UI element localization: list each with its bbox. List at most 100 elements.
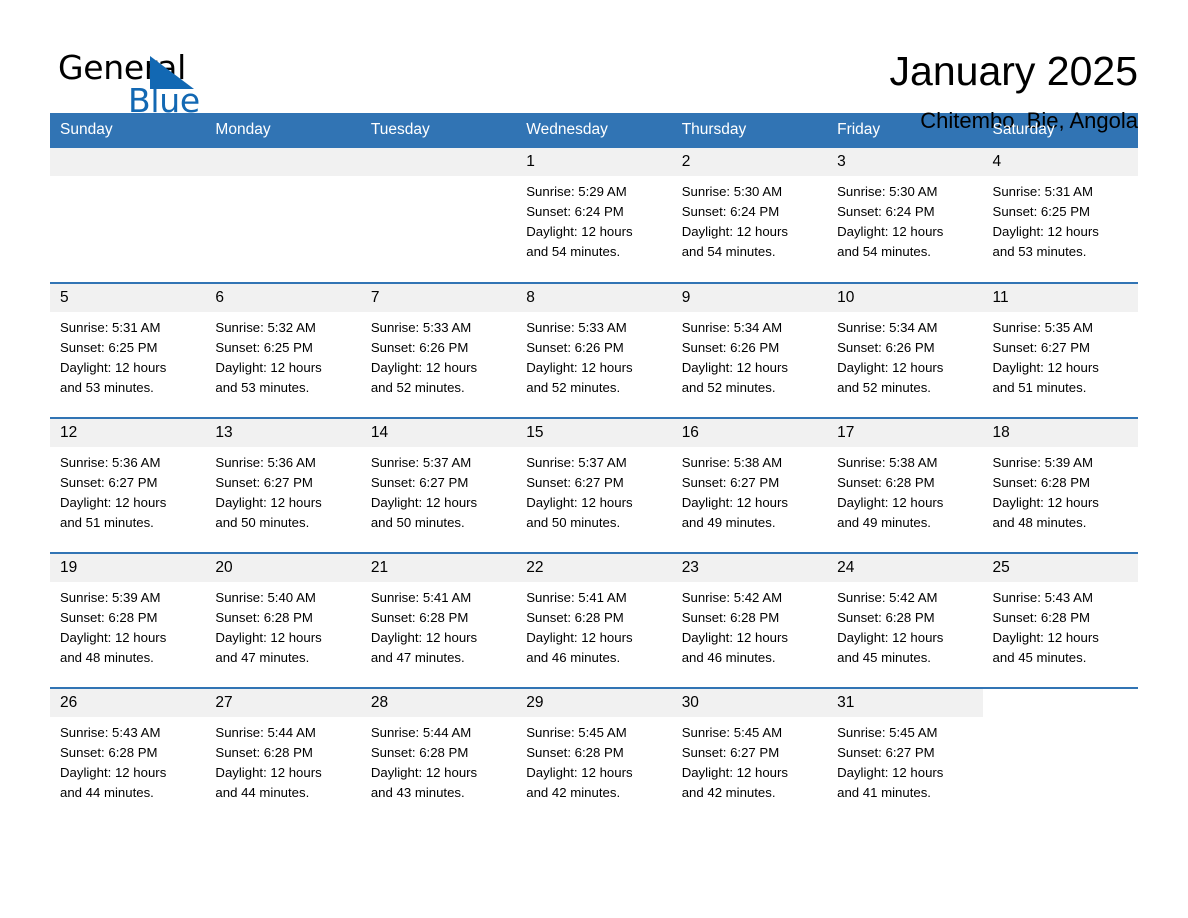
daylight-text-line2: and 41 minutes. [837,785,931,800]
calendar-day-cell[interactable]: 10 Sunrise: 5:34 AM Sunset: 6:26 PM Dayligh… [827,282,983,418]
calendar-day-cell[interactable]: 9 Sunrise: 5:34 AM Sunset: 6:26 PM Daylight… [671,282,828,418]
page-header: General Blue January 2025 Chitembo, Bie,… [50,0,1138,133]
calendar-day-cell[interactable]: 6 Sunrise: 5:32 AM Sunset: 6:25 PM Daylight… [205,282,361,418]
calendar-day-cell[interactable]: 1 Sunrise: 5:29 AM Sunset: 6:24 PM Daylight… [516,148,672,283]
calendar-day-cell[interactable]: 18 Sunrise: 5:39 AM Sunset: 6:28 PM Dayligh… [982,417,1138,553]
daylight-text-line1: Daylight: 12 hours [681,630,788,645]
calendar-day-cell[interactable]: 7 Sunrise: 5:33 AM Sunset: 6:26 PM Daylight… [360,282,517,418]
sunrise-text: Sunrise: 5:32 AM [215,320,316,335]
daylight-text-line2: and 54 minutes. [837,244,931,259]
daylight-text-line2: and 42 minutes. [681,785,776,800]
calendar-day-cell[interactable]: 25 Sunrise: 5:43 AM Sunset: 6:28 PM Dayligh… [982,552,1138,688]
calendar-day-cell[interactable]: 20 Sunrise: 5:40 AM Sunset: 6:28 PM Dayligh… [205,552,361,688]
sunset-text: Sunset: 6:25 PM [60,340,158,355]
day-details: Sunrise: 5:33 AM Sunset: 6:26 PM Daylight:… [516,312,671,398]
day-details: Sunrise: 5:42 AM Sunset: 6:28 PM Daylight:… [827,582,982,668]
calendar-day-cell[interactable]: 28 Sunrise: 5:44 AM Sunset: 6:28 PM Dayligh… [360,687,517,823]
day-number: 24 [827,554,983,582]
sunrise-text: Sunrise: 5:39 AM [60,590,161,605]
day-cell-inner: 12 Sunrise: 5:36 AM Sunset: 6:27 PM Dayligh… [50,419,206,552]
day-number [50,148,206,176]
day-number: 30 [671,689,828,717]
calendar-day-cell[interactable]: 13 Sunrise: 5:36 AM Sunset: 6:27 PM Dayligh… [205,417,361,553]
day-cell-inner: 2 Sunrise: 5:30 AM Sunset: 6:24 PM Daylight… [671,148,828,282]
day-details: Sunrise: 5:33 AM Sunset: 6:26 PM Daylight:… [361,312,516,398]
daylight-text-line1: Daylight: 12 hours [837,224,944,239]
calendar-day-cell[interactable]: 23 Sunrise: 5:42 AM Sunset: 6:28 PM Dayligh… [671,552,828,688]
calendar-day-cell[interactable]: 16 Sunrise: 5:38 AM Sunset: 6:27 PM Dayligh… [671,417,828,553]
day-details: Sunrise: 5:43 AM Sunset: 6:28 PM Daylight:… [50,717,205,803]
day-cell-inner: 15 Sunrise: 5:37 AM Sunset: 6:27 PM Dayligh… [516,419,672,552]
day-cell-inner: 18 Sunrise: 5:39 AM Sunset: 6:28 PM Dayligh… [982,419,1138,552]
calendar-day-cell[interactable]: 2 Sunrise: 5:30 AM Sunset: 6:24 PM Daylight… [671,148,828,283]
calendar-day-cell[interactable]: 21 Sunrise: 5:41 AM Sunset: 6:28 PM Dayligh… [360,552,517,688]
sunset-text: Sunset: 6:26 PM [370,340,469,355]
day-details: Sunrise: 5:31 AM Sunset: 6:25 PM Daylight:… [983,176,1138,262]
calendar-cell-empty [360,148,517,283]
day-cell-inner: 10 Sunrise: 5:34 AM Sunset: 6:26 PM Dayligh… [827,284,983,417]
day-details: Sunrise: 5:38 AM Sunset: 6:28 PM Daylight:… [827,447,982,533]
day-details: Sunrise: 5:41 AM Sunset: 6:28 PM Daylight:… [516,582,671,668]
calendar-page: General Blue January 2025 Chitembo, Bie,… [0,0,1188,918]
daylight-text-line1: Daylight: 12 hours [60,360,167,375]
daylight-text-line1: Daylight: 12 hours [526,360,633,375]
day-cell-inner: 1 Sunrise: 5:29 AM Sunset: 6:24 PM Daylight… [516,148,672,282]
daylight-text-line2: and 45 minutes. [837,650,931,665]
day-details: Sunrise: 5:30 AM Sunset: 6:24 PM Daylight:… [672,176,827,262]
calendar-day-cell[interactable]: 22 Sunrise: 5:41 AM Sunset: 6:28 PM Dayligh… [516,552,672,688]
day-number: 20 [205,554,361,582]
daylight-text-line2: and 50 minutes. [370,515,465,530]
day-details: Sunrise: 5:42 AM Sunset: 6:28 PM Daylight:… [672,582,827,668]
calendar-day-cell[interactable]: 17 Sunrise: 5:38 AM Sunset: 6:28 PM Dayligh… [827,417,983,553]
sunrise-text: Sunrise: 5:45 AM [681,725,783,740]
calendar-day-cell[interactable]: 3 Sunrise: 5:30 AM Sunset: 6:24 PM Daylight… [827,148,983,283]
daylight-text-line2: and 47 minutes. [370,650,465,665]
calendar-day-cell[interactable]: 24 Sunrise: 5:42 AM Sunset: 6:28 PM Dayligh… [827,552,983,688]
day-number: 1 [516,148,672,176]
calendar-week-row: 12 Sunrise: 5:36 AM Sunset: 6:27 PM Dayligh… [50,417,1138,553]
sunrise-text: Sunrise: 5:37 AM [526,455,627,470]
calendar-day-cell[interactable]: 19 Sunrise: 5:39 AM Sunset: 6:28 PM Dayligh… [50,552,206,688]
calendar-day-cell[interactable]: 30 Sunrise: 5:45 AM Sunset: 6:27 PM Dayligh… [671,687,828,823]
day-number: 12 [50,419,206,447]
day-details: Sunrise: 5:44 AM Sunset: 6:28 PM Daylight:… [361,717,516,803]
general-blue-logo[interactable]: General Blue [50,47,210,122]
calendar-day-cell[interactable]: 11 Sunrise: 5:35 AM Sunset: 6:27 PM Dayligh… [982,282,1138,418]
sunrise-text: Sunrise: 5:36 AM [60,455,161,470]
sunrise-text: Sunrise: 5:33 AM [370,320,472,335]
sunrise-text: Sunrise: 5:30 AM [681,184,783,199]
daylight-text-line2: and 53 minutes. [992,244,1087,259]
daylight-text-line1: Daylight: 12 hours [681,360,788,375]
calendar-day-cell[interactable]: 29 Sunrise: 5:45 AM Sunset: 6:28 PM Dayligh… [516,687,672,823]
day-details: Sunrise: 5:30 AM Sunset: 6:24 PM Daylight:… [827,176,982,262]
calendar-day-cell[interactable]: 26 Sunrise: 5:43 AM Sunset: 6:28 PM Dayligh… [50,687,206,823]
calendar-day-cell[interactable]: 4 Sunrise: 5:31 AM Sunset: 6:25 PM Daylight… [982,148,1138,283]
day-details: Sunrise: 5:37 AM Sunset: 6:27 PM Daylight:… [361,447,516,533]
calendar-day-cell[interactable]: 14 Sunrise: 5:37 AM Sunset: 6:27 PM Dayligh… [360,417,517,553]
sunrise-text: Sunrise: 5:43 AM [60,725,161,740]
day-number [360,148,517,176]
calendar-day-cell[interactable]: 5 Sunrise: 5:31 AM Sunset: 6:25 PM Daylight… [50,282,206,418]
calendar-day-cell[interactable]: 27 Sunrise: 5:44 AM Sunset: 6:28 PM Dayligh… [205,687,361,823]
daylight-text-line1: Daylight: 12 hours [837,360,944,375]
daylight-text-line2: and 54 minutes. [681,244,776,259]
daylight-text-line2: and 51 minutes. [992,380,1087,395]
calendar-day-cell[interactable]: 15 Sunrise: 5:37 AM Sunset: 6:27 PM Dayligh… [516,417,672,553]
sunrise-text: Sunrise: 5:37 AM [370,455,472,470]
page-title: January 2025 [889,48,1138,94]
calendar-day-cell[interactable]: 31 Sunrise: 5:45 AM Sunset: 6:27 PM Dayligh… [827,687,983,823]
calendar-day-cell[interactable]: 8 Sunrise: 5:33 AM Sunset: 6:26 PM Daylight… [516,282,672,418]
weekday-header-monday: Monday [205,113,361,148]
day-details: Sunrise: 5:43 AM Sunset: 6:28 PM Daylight:… [983,582,1138,668]
day-number: 14 [360,419,517,447]
daylight-text-line1: Daylight: 12 hours [370,630,478,645]
sunrise-text: Sunrise: 5:35 AM [992,320,1093,335]
sunset-text: Sunset: 6:28 PM [526,610,624,625]
day-cell-inner [983,689,1138,823]
sunset-text: Sunset: 6:27 PM [681,475,780,490]
day-cell-inner: 11 Sunrise: 5:35 AM Sunset: 6:27 PM Dayligh… [982,284,1138,417]
day-details: Sunrise: 5:31 AM Sunset: 6:25 PM Daylight:… [50,312,205,398]
day-cell-inner: 29 Sunrise: 5:45 AM Sunset: 6:28 PM Dayligh… [516,689,672,823]
day-number: 2 [671,148,828,176]
calendar-day-cell[interactable]: 12 Sunrise: 5:36 AM Sunset: 6:27 PM Dayligh… [50,417,206,553]
